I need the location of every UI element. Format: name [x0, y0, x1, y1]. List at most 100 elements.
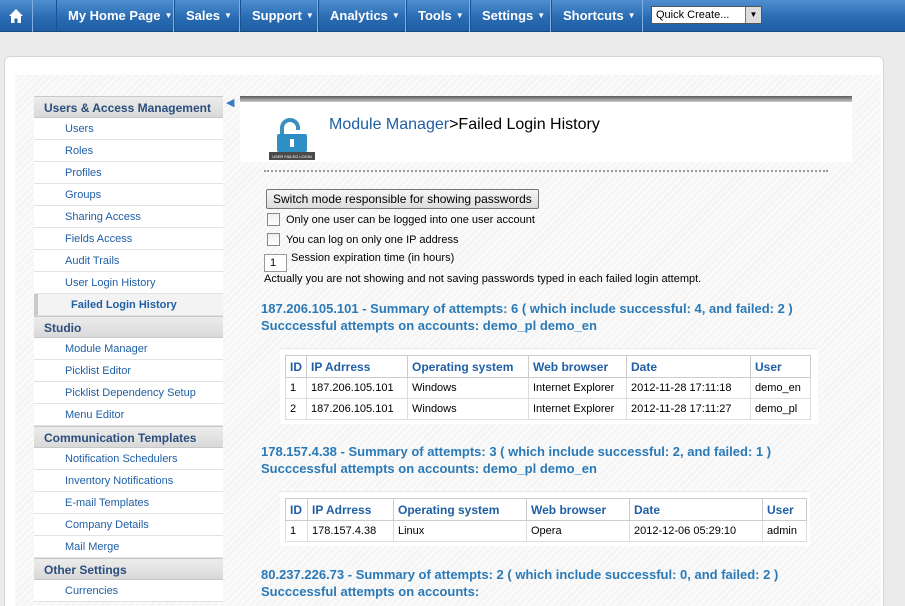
column-header: ID [285, 355, 307, 378]
attempts-table-container: ID IP Adrress Operating system Web brows… [280, 491, 810, 546]
column-header: ID [285, 498, 308, 521]
nav-sales[interactable]: Sales ▼ [174, 0, 240, 32]
nav-label: Analytics [330, 8, 388, 23]
session-expiration-label: Session expiration time (in hours) [291, 252, 455, 264]
cell-browser: Opera [526, 520, 630, 542]
one-user-checkbox[interactable] [267, 213, 280, 226]
one-ip-checkbox[interactable] [267, 233, 280, 246]
cell-date: 2012-11-28 17:11:18 [626, 377, 751, 399]
failed-login-lock-icon: USER FAILED LOGIN [269, 118, 315, 160]
caret-down-icon: ▼ [627, 11, 636, 20]
attempts-table: ID IP Adrress Operating system Web brows… [285, 498, 807, 542]
sidebar-item-module-manager[interactable]: Module Manager [34, 338, 223, 360]
nav-my-home-page[interactable]: My Home Page ▼ [56, 0, 174, 32]
sidebar-section-studio: Studio [34, 316, 223, 338]
cell-os: Windows [407, 377, 529, 399]
column-header: IP Adrress [306, 355, 408, 378]
column-header: User [762, 498, 807, 521]
nav-settings[interactable]: Settings ▼ [470, 0, 551, 32]
table-header-row: ID IP Adrress Operating system Web brows… [285, 498, 807, 521]
table-header-row: ID IP Adrress Operating system Web brows… [285, 355, 811, 378]
sidebar-item-picklist-dependency[interactable]: Picklist Dependency Setup [34, 382, 223, 404]
quick-create-value: Quick Create... [656, 9, 730, 21]
sidebar-item-picklist-editor[interactable]: Picklist Editor [34, 360, 223, 382]
sidebar-item-email-templates[interactable]: E-mail Templates [34, 492, 223, 514]
sidebar-item-failed-login-history[interactable]: Failed Login History [34, 294, 223, 316]
caret-down-icon: ▼ [305, 11, 314, 20]
top-navigation-bar: My Home Page ▼ Sales ▼ Support ▼ Analytics ▼… [0, 0, 905, 32]
attempts-table: ID IP Adrress Operating system Web brows… [285, 355, 811, 420]
column-header: Date [629, 498, 763, 521]
successful-accounts: Succcessful attempts on accounts: [261, 584, 480, 599]
ip-group-header: 178.157.4.38 - Summary of attempts: 3 ( … [261, 443, 771, 477]
caret-down-icon: ▼ [391, 11, 400, 20]
sidebar-item-inventory-notifications[interactable]: Inventory Notifications [34, 470, 223, 492]
ip-group-header: 80.237.226.73 - Summary of attempts: 2 (… [261, 566, 778, 600]
table-row: 1 178.157.4.38 Linux Opera 2012-12-06 05… [285, 520, 807, 542]
column-header: Operating system [407, 355, 529, 378]
successful-accounts: Succcessful attempts on accounts: demo_p… [261, 461, 597, 476]
nav-shortcuts[interactable]: Shortcuts ▼ [551, 0, 643, 32]
attempt-summary: - Summary of attempts: 6 ( which include… [358, 301, 793, 316]
sidebar-item-sharing-access[interactable]: Sharing Access [34, 206, 223, 228]
header-divider [264, 170, 828, 172]
option-one-user-row: Only one user can be logged into one use… [267, 213, 535, 226]
cell-id: 1 [285, 377, 307, 399]
cell-ip: 187.206.105.101 [306, 377, 408, 399]
breadcrumb-module-manager[interactable]: Module Manager [329, 116, 449, 133]
cell-os: Windows [407, 398, 529, 420]
column-header: IP Adrress [307, 498, 394, 521]
cell-ip: 178.157.4.38 [307, 520, 394, 542]
dropdown-arrow-icon[interactable]: ▼ [745, 7, 761, 23]
column-header: Date [626, 355, 751, 378]
sidebar-section-users-access: Users & Access Management [34, 96, 223, 118]
password-notice: Actually you are not showing and not sav… [264, 273, 702, 285]
option-one-ip-row: You can log on only one IP address [267, 233, 458, 246]
home-icon [9, 9, 23, 23]
cell-ip: 187.206.105.101 [306, 398, 408, 420]
nav-analytics[interactable]: Analytics ▼ [318, 0, 406, 32]
attempt-summary: - Summary of attempts: 2 ( which include… [344, 567, 779, 582]
cell-user: demo_en [750, 377, 811, 399]
column-header: Web browser [528, 355, 627, 378]
sidebar-item-profiles[interactable]: Profiles [34, 162, 223, 184]
attempt-summary: - Summary of attempts: 3 ( which include… [336, 444, 772, 459]
cell-date: 2012-12-06 05:29:10 [629, 520, 763, 542]
sidebar-item-groups[interactable]: Groups [34, 184, 223, 206]
switch-password-mode-button[interactable]: Switch mode responsible for showing pass… [266, 189, 539, 209]
sidebar-item-audit-trails[interactable]: Audit Trails [34, 250, 223, 272]
nav-tools[interactable]: Tools ▼ [406, 0, 470, 32]
sidebar-item-fields-access[interactable]: Fields Access [34, 228, 223, 250]
home-button[interactable] [0, 0, 33, 32]
sidebar-item-company-details[interactable]: Company Details [34, 514, 223, 536]
ip-address: 178.157.4.38 [261, 444, 337, 459]
collapse-sidebar-icon[interactable]: ◀ [226, 96, 234, 109]
nav-label: Tools [418, 8, 452, 23]
nav-label: Sales [186, 8, 220, 23]
attempts-table-container: ID IP Adrress Operating system Web brows… [280, 348, 818, 424]
quick-create-select[interactable]: Quick Create... ▼ [651, 6, 762, 24]
cell-date: 2012-11-28 17:11:27 [626, 398, 751, 420]
column-header: Operating system [393, 498, 527, 521]
caret-down-icon: ▼ [537, 11, 546, 20]
sidebar-item-currencies[interactable]: Currencies [34, 580, 223, 602]
session-expiration-input[interactable]: 1 [264, 254, 287, 272]
sidebar-item-user-login-history[interactable]: User Login History [34, 272, 223, 294]
sidebar-item-users[interactable]: Users [34, 118, 223, 140]
cell-browser: Internet Explorer [528, 377, 627, 399]
sidebar-item-mail-merge[interactable]: Mail Merge [34, 536, 223, 558]
sidebar-section-other-settings: Other Settings [34, 558, 223, 580]
nav-label: Shortcuts [563, 8, 624, 23]
sidebar-item-roles[interactable]: Roles [34, 140, 223, 162]
sidebar-section-communication-templates: Communication Templates [34, 426, 223, 448]
nav-label: My Home Page [68, 8, 161, 23]
cell-os: Linux [393, 520, 527, 542]
sidebar-item-menu-editor[interactable]: Menu Editor [34, 404, 223, 426]
page-title: Module Manager>Failed Login History [329, 116, 600, 134]
one-user-label: Only one user can be logged into one use… [286, 214, 535, 226]
sidebar-item-notification-schedulers[interactable]: Notification Schedulers [34, 448, 223, 470]
table-row: 1 187.206.105.101 Windows Internet Explo… [285, 377, 811, 399]
ip-address: 187.206.105.101 [261, 301, 359, 316]
successful-accounts: Succcessful attempts on accounts: demo_p… [261, 318, 597, 333]
nav-support[interactable]: Support ▼ [240, 0, 318, 32]
